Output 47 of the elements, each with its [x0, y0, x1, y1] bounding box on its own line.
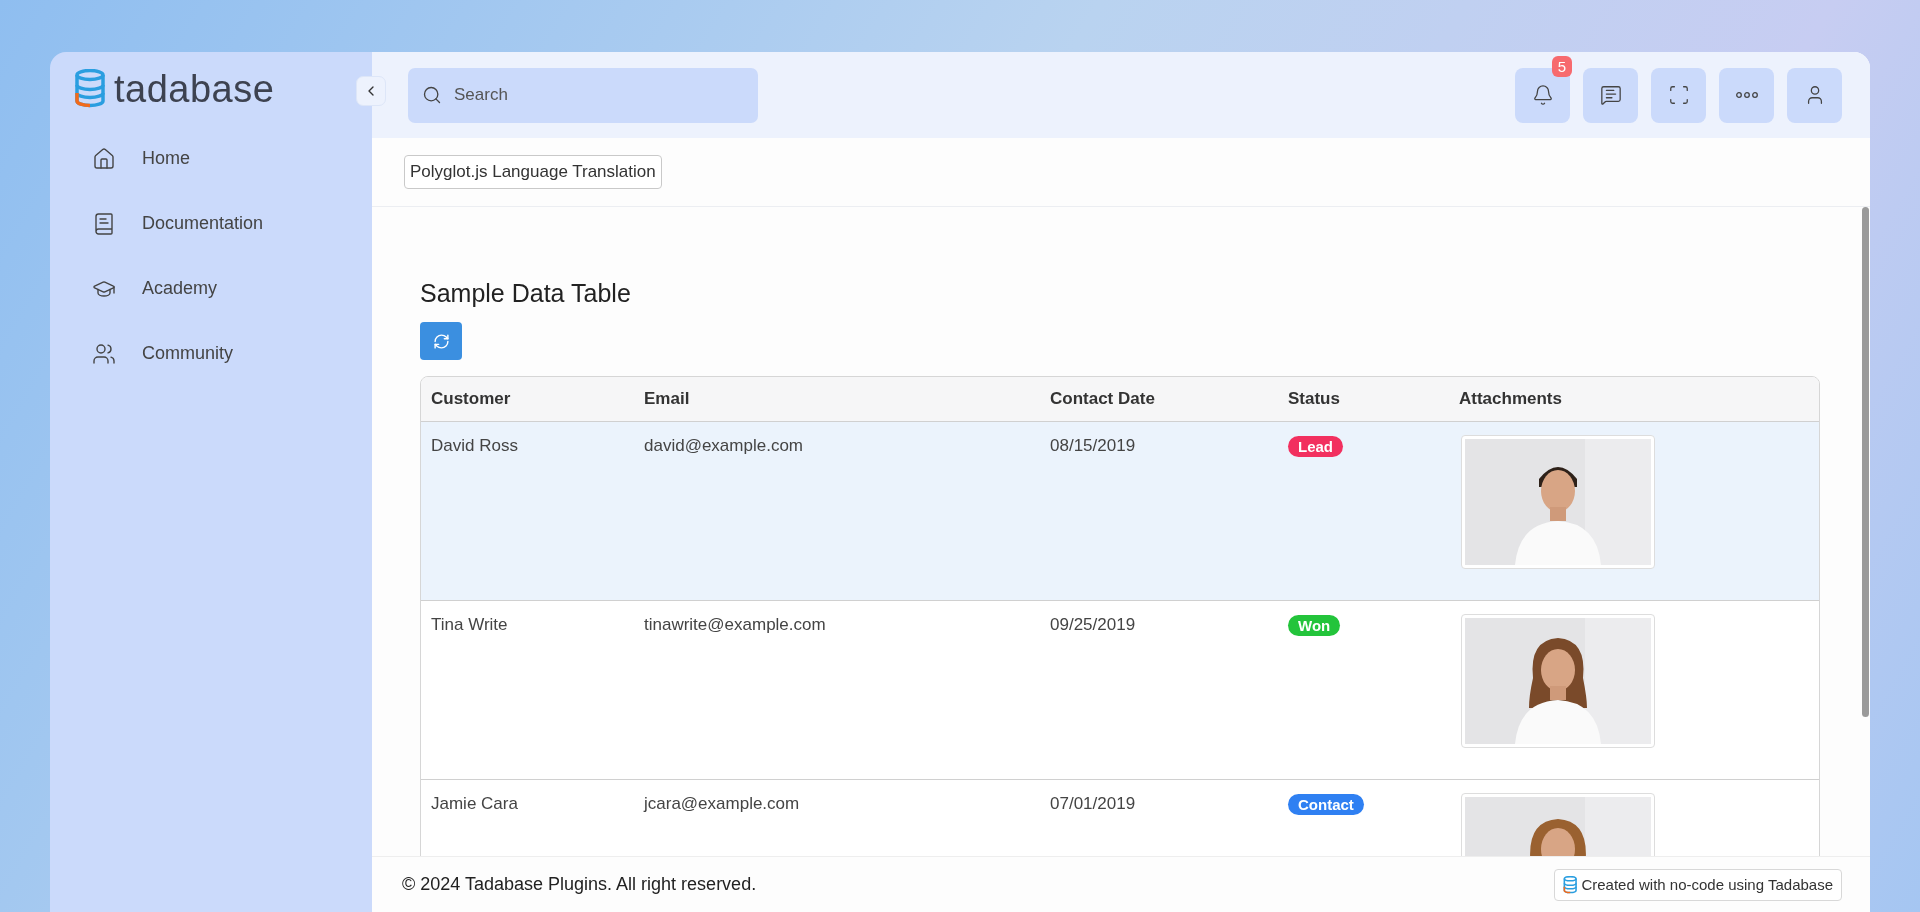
more-button[interactable] [1719, 67, 1774, 123]
table-cell-text: david@example.com [643, 435, 804, 456]
column-header[interactable]: Attachments [1449, 389, 1819, 409]
table-cell-text: David Ross [430, 435, 519, 456]
status-tag: Won [1288, 615, 1341, 636]
table-cell-text: 07/01/2019 [1049, 793, 1137, 814]
column-header[interactable]: Status [1278, 389, 1449, 409]
bell-icon [1531, 84, 1554, 106]
status-tag: Lead [1288, 436, 1343, 457]
sidebar-item[interactable]: Community [74, 321, 372, 386]
sidebar-item[interactable]: Home [74, 126, 372, 191]
badge-text: Created with no-code using Tadabase [1581, 876, 1833, 893]
refresh-button[interactable] [420, 322, 462, 360]
more-icon [1735, 92, 1758, 98]
search-icon [422, 84, 442, 105]
table-row[interactable]: Jamie Cara jcara@example.com 07/01/2019 Contact [421, 779, 1819, 856]
table-cell-text: 08/15/2019 [1049, 435, 1137, 456]
copyright-text: © 2024 Tadabase Plugins. All right reserved. [402, 874, 757, 895]
page-link-button[interactable]: Polyglot.js Language Translation [404, 155, 662, 189]
brand-name: tadabase [114, 67, 275, 111]
table-cell-text: Tina Write [430, 614, 509, 635]
section-title: Sample Data Table [420, 279, 632, 308]
people-icon [90, 341, 118, 366]
column-header[interactable]: Contact Date [1040, 389, 1278, 409]
column-header[interactable]: Email [634, 389, 1040, 409]
table-cell-text: jcara@example.com [642, 793, 801, 814]
chat-icon [1599, 84, 1622, 106]
refresh-icon [432, 332, 450, 350]
sidebar-item[interactable]: Documentation [74, 191, 372, 256]
table-cell-text: 09/25/2019 [1049, 614, 1137, 635]
search-field[interactable]: Search [408, 67, 758, 123]
collapse-sidebar-button[interactable] [356, 76, 386, 106]
messages-button[interactable] [1583, 67, 1638, 123]
made-with-badge[interactable]: Created with no-code using Tadabase [1554, 868, 1842, 901]
notification-badge: 5 [1551, 55, 1572, 77]
table-cell-text: Jamie Cara [430, 793, 519, 814]
column-header[interactable]: Customer [421, 389, 634, 409]
profile-button[interactable] [1787, 67, 1842, 123]
tadabase-logo-icon [74, 69, 106, 109]
fullscreen-button[interactable] [1651, 67, 1706, 123]
database-icon [1563, 875, 1578, 894]
table-cell-text: tinawrite@example.com [643, 614, 827, 635]
sidebar-item[interactable]: Academy [74, 256, 372, 321]
table-row[interactable]: David Ross david@example.com 08/15/2019 Lead [421, 421, 1819, 600]
scrollbar[interactable] [1862, 207, 1869, 717]
status-tag: Contact [1288, 794, 1364, 815]
fullscreen-icon [1667, 84, 1690, 106]
